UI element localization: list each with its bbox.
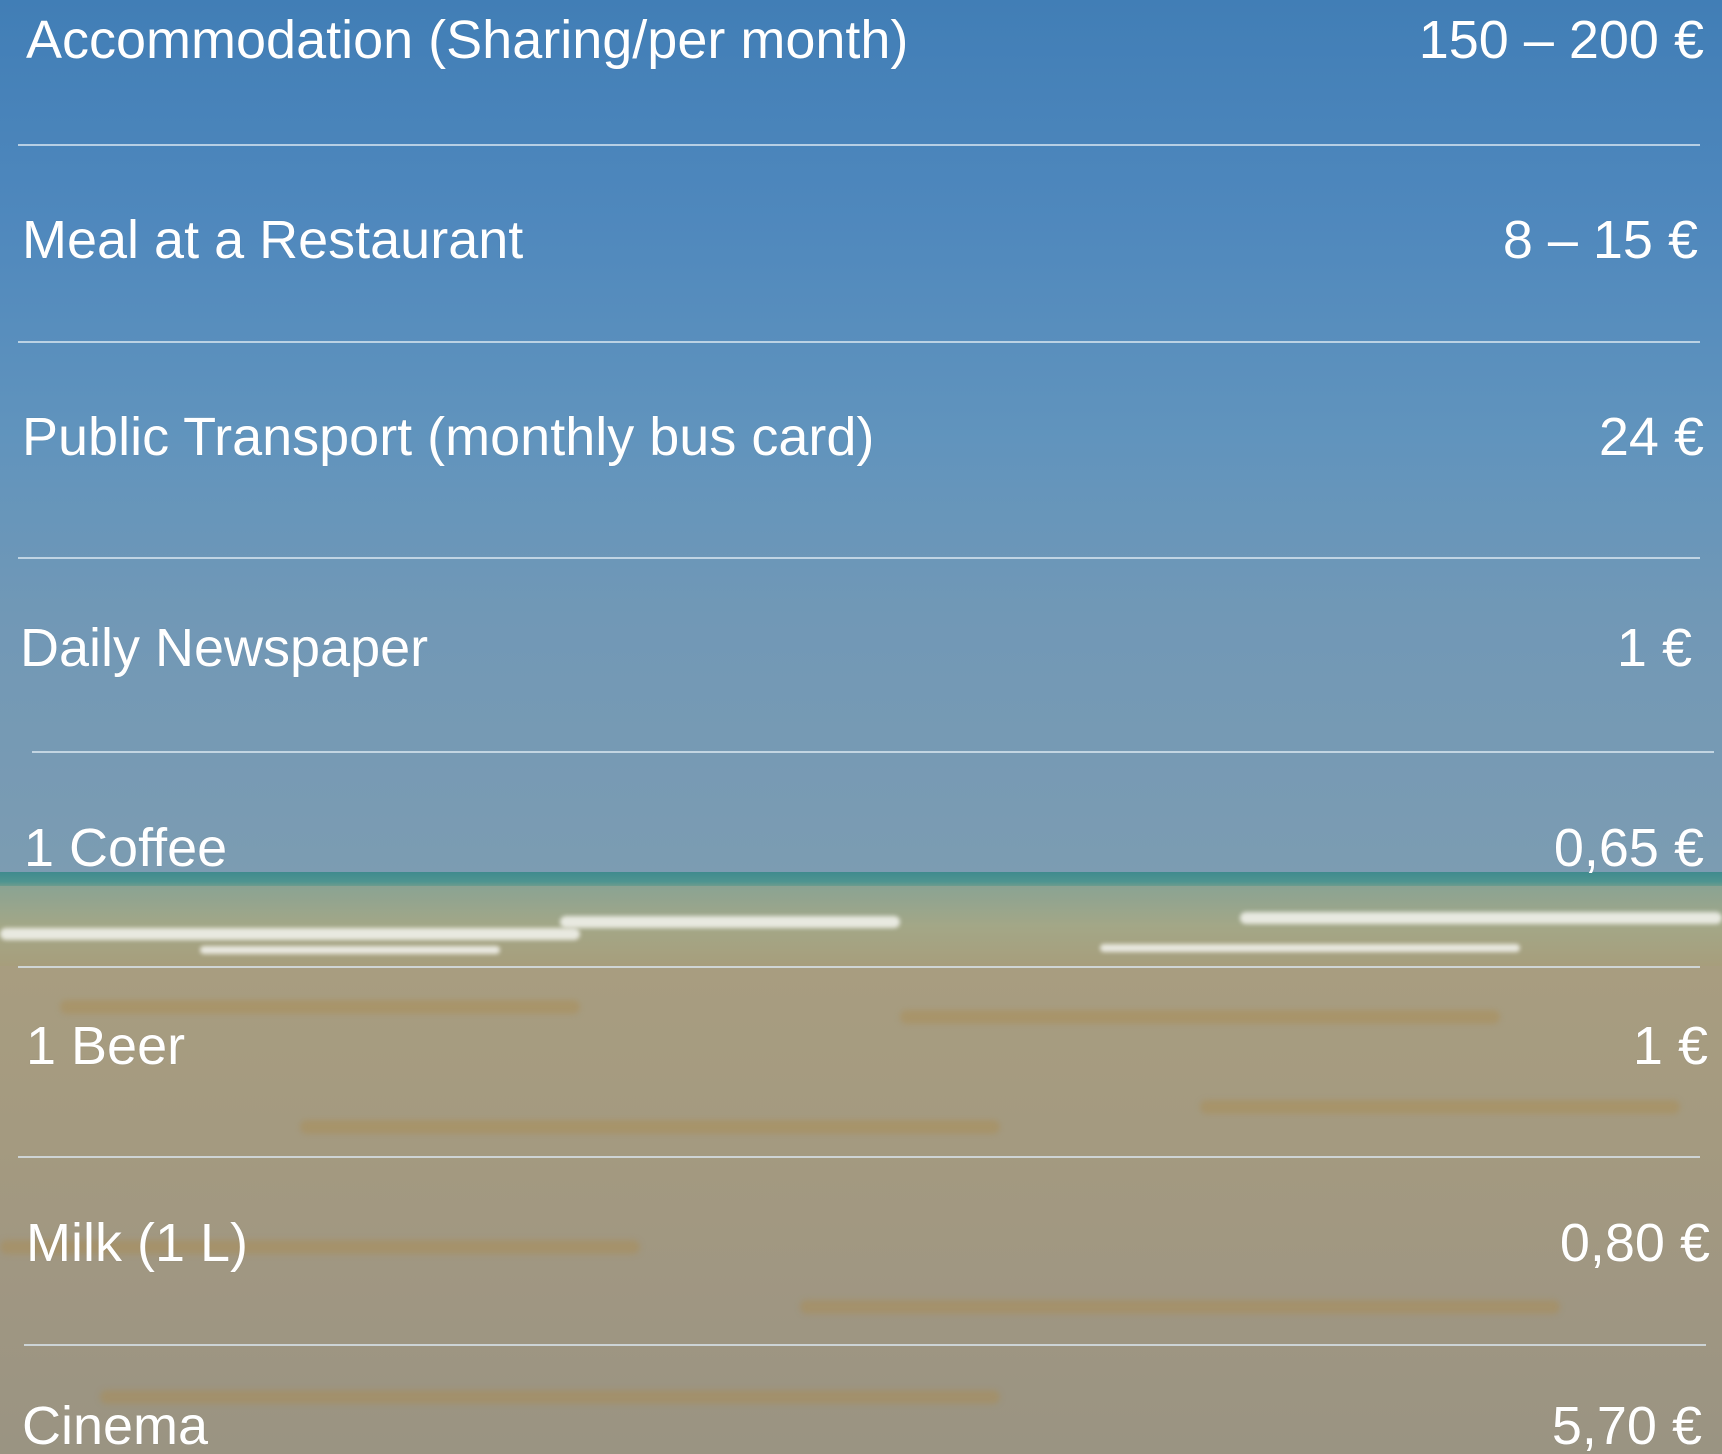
shallow-water (0, 966, 1722, 1454)
cost-item-label: Public Transport (monthly bus card) (22, 407, 875, 467)
wave-foam (560, 916, 900, 928)
row-divider (24, 1344, 1706, 1346)
wave-foam (1240, 912, 1722, 924)
cost-item-label: Meal at a Restaurant (22, 210, 524, 270)
cost-item-label: Accommodation (Sharing/per month) (26, 10, 909, 70)
row-divider (18, 341, 1700, 343)
cost-item-price: 150 – 200 € (1418, 10, 1704, 70)
row-divider (18, 966, 1700, 968)
row-divider (18, 144, 1700, 146)
row-divider (32, 751, 1714, 753)
row-divider (18, 557, 1700, 559)
cost-item-price: 0,65 € (1553, 818, 1704, 878)
sand-ripple (300, 1120, 1000, 1134)
cost-item-price: 1 € (1632, 1016, 1708, 1076)
cost-item-price: 1 € (1616, 618, 1692, 678)
cost-item-price: 5,70 € (1551, 1396, 1702, 1454)
sand-ripple (60, 1000, 580, 1014)
cost-item-label: Milk (1 L) (26, 1213, 249, 1273)
cost-item-price: 8 – 15 € (1502, 210, 1698, 270)
sand-ripple (100, 1390, 1000, 1404)
cost-item-price: 0,80 € (1559, 1213, 1710, 1273)
sand-ripple (900, 1010, 1500, 1024)
cost-item-price: 24 € (1598, 407, 1704, 467)
sand-ripple (800, 1300, 1560, 1314)
wave-foam (200, 946, 500, 954)
sand-ripple (1200, 1100, 1680, 1114)
wave-foam (0, 928, 580, 940)
cost-item-label: Daily Newspaper (20, 618, 429, 678)
cost-item-label: 1 Coffee (24, 818, 228, 878)
wave-foam (1100, 944, 1520, 952)
cost-item-label: 1 Beer (26, 1016, 186, 1076)
cost-item-label: Cinema (22, 1396, 209, 1454)
row-divider (18, 1156, 1700, 1158)
